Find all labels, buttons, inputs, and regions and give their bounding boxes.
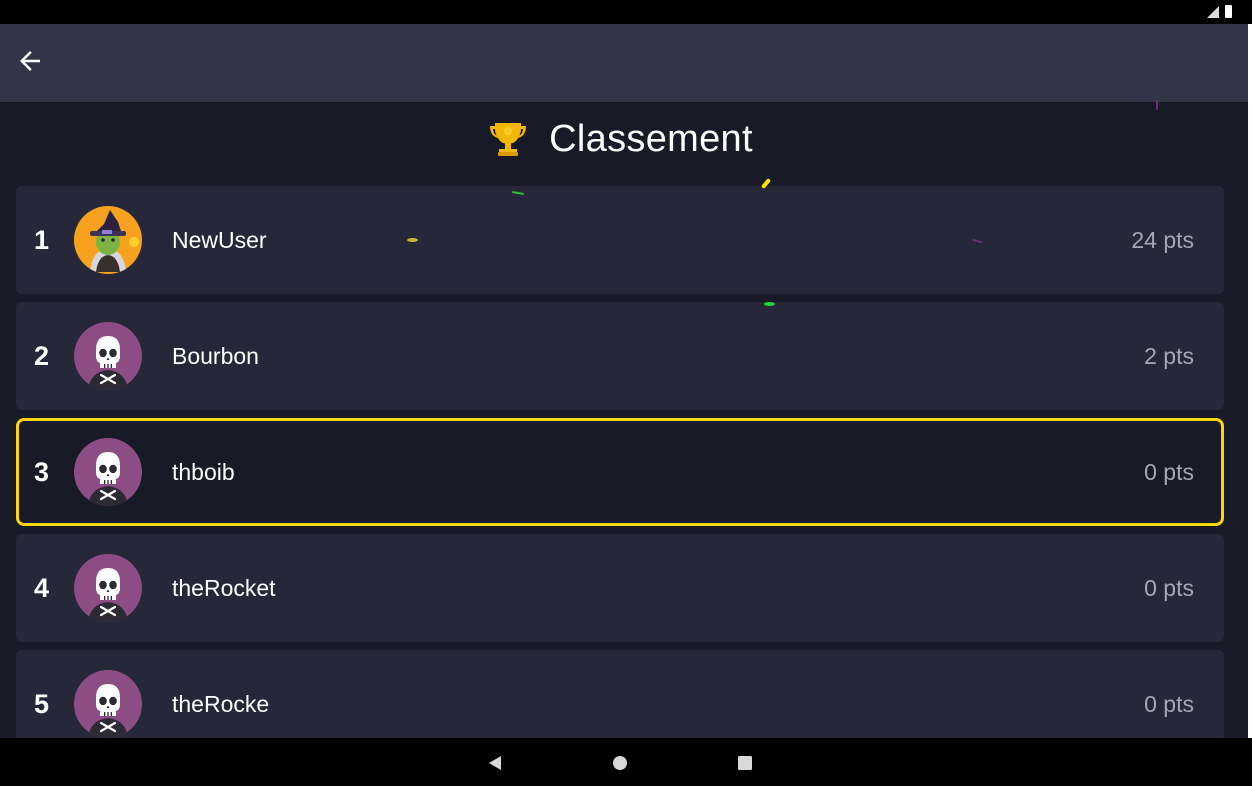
points: 0 pts <box>1144 458 1194 485</box>
nav-recents-button[interactable] <box>734 752 756 774</box>
signal-icon <box>1207 5 1219 18</box>
back-arrow-icon <box>20 51 40 71</box>
home-circle-icon <box>613 756 627 770</box>
confetti-piece <box>407 238 418 242</box>
witch-avatar <box>74 206 142 274</box>
skull-avatar <box>74 322 142 390</box>
username: theRocket <box>172 574 276 601</box>
back-button[interactable] <box>8 39 52 83</box>
confetti-piece <box>1156 100 1158 110</box>
system-nav-bar <box>0 738 1252 786</box>
recents-square-icon <box>738 756 752 770</box>
leaderboard-row[interactable]: 1 NewUser 24 pts <box>16 186 1224 294</box>
username: theRocke <box>172 690 270 717</box>
page-title: Classement <box>549 117 753 160</box>
battery-icon <box>1225 5 1232 18</box>
leaderboard-row[interactable]: 2 Bourbon 2 pts <box>16 302 1224 410</box>
skull-avatar <box>74 670 142 738</box>
back-triangle-icon <box>489 756 501 770</box>
nav-home-button[interactable] <box>609 752 631 774</box>
points: 24 pts <box>1131 226 1194 253</box>
leaderboard-row[interactable]: 5 theRocke 0 pts <box>16 650 1224 738</box>
status-bar <box>0 0 1252 24</box>
rank-number: 3 <box>34 456 50 487</box>
rank-number: 4 <box>34 572 50 603</box>
rank-number: 2 <box>34 340 50 371</box>
page-heading: Classement <box>0 112 1240 166</box>
rank-number: 1 <box>34 224 50 255</box>
username: thboib <box>172 458 235 485</box>
leaderboard-screen: Classement 1 NewUser 24 pts 2 Bourbon 2 … <box>0 24 1248 738</box>
username: Bourbon <box>172 342 259 369</box>
rank-number: 5 <box>34 688 50 719</box>
screen-edge <box>1248 24 1252 738</box>
confetti-piece <box>764 302 775 306</box>
skull-avatar <box>74 554 142 622</box>
leaderboard-row-current-user[interactable]: 3 thboib 0 pts <box>16 418 1224 526</box>
app-bar <box>0 24 1248 102</box>
trophy-icon <box>490 123 527 156</box>
skull-avatar <box>74 438 142 506</box>
leaderboard-row[interactable]: 4 theRocket 0 pts <box>16 534 1224 642</box>
points: 2 pts <box>1144 342 1194 369</box>
leaderboard-list: 1 NewUser 24 pts 2 Bourbon 2 pts 3 thboi… <box>16 186 1224 738</box>
nav-back-button[interactable] <box>484 752 506 774</box>
points: 0 pts <box>1144 690 1194 717</box>
points: 0 pts <box>1144 574 1194 601</box>
username: NewUser <box>172 226 267 253</box>
